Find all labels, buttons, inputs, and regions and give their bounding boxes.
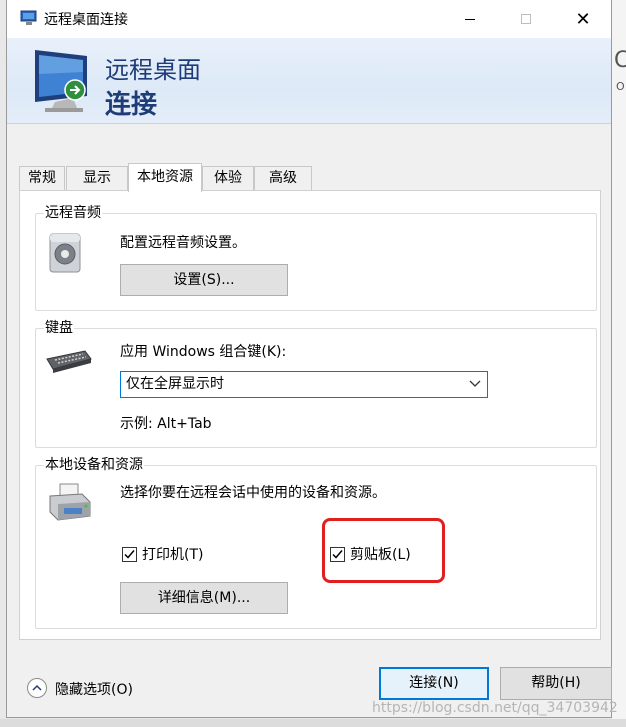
local-resources-panel: 远程音频 配置远程音频设置。 设置(S)... 键盘 应用 Windows 组合… [19,190,601,640]
devices-description: 选择你要在远程会话中使用的设备和资源。 [120,485,386,501]
header-banner: 远程桌面 连接 [7,38,611,124]
audio-description: 配置远程音频设置。 [120,235,246,251]
connect-button[interactable]: 连接(N) [379,667,489,700]
background-bottom [0,719,626,727]
help-button[interactable]: 帮助(H) [500,667,612,700]
printer-checkbox[interactable] [122,547,137,562]
keyboard-label: 键盘 [44,319,74,337]
close-button[interactable]: ✕ [560,0,606,38]
background-glyph-small: O [616,80,625,93]
watermark-text: https://blog.csdn.net/qq_34703942 [372,700,618,716]
maximize-icon [521,14,531,24]
keyboard-icon [46,350,92,373]
checkmark-icon [124,550,135,559]
close-icon: ✕ [575,8,591,30]
tab-general[interactable]: 常规 [19,166,65,191]
background-strip [612,0,626,727]
local-devices-label: 本地设备和资源 [44,456,144,474]
title-bar[interactable]: 远程桌面连接 ✕ [7,0,611,38]
remote-audio-group: 远程音频 配置远程音频设置。 设置(S)... [35,204,597,311]
window-title: 远程桌面连接 [44,12,128,28]
background-glyph: C [614,48,626,73]
printer-label[interactable]: 打印机(T) [142,546,203,564]
windows-key-prompt: 应用 Windows 组合键(K): [120,344,287,360]
tab-local-resources[interactable]: 本地资源 [128,163,202,192]
minimize-icon [465,18,475,20]
monitor-connect-icon [35,50,87,112]
tab-advanced[interactable]: 高级 [254,166,312,191]
hide-options-label[interactable]: 隐藏选项(O) [55,679,133,699]
remote-audio-label: 远程音频 [44,204,102,222]
chevron-up-icon [32,684,42,691]
keyboard-example: 示例: Alt+Tab [120,416,212,432]
highlight-annotation-box [322,518,445,583]
hide-options-toggle[interactable] [27,678,47,698]
banner-title-line1: 远程桌面 [105,56,201,84]
dropdown-selected-value: 仅在全屏显示时 [126,376,224,392]
audio-settings-button[interactable]: 设置(S)... [120,264,288,296]
chevron-down-icon [469,380,481,387]
tab-display[interactable]: 显示 [66,166,128,191]
printer-icon [49,483,91,521]
windows-key-combo-dropdown[interactable]: 仅在全屏显示时 [120,371,488,398]
local-devices-group: 本地设备和资源 选择你要在远程会话中使用的设备和资源。 打印机(T) 剪贴板(L… [35,456,597,629]
maximize-button[interactable] [503,0,549,38]
banner-title-line2: 连接 [105,90,158,120]
remote-desktop-window: 远程桌面连接 ✕ 远程桌面 连接 常规 显示 本地资源 体验 高级 远程音频 配… [6,0,612,718]
details-button[interactable]: 详细信息(M)... [120,582,288,614]
tab-experience[interactable]: 体验 [202,166,254,191]
remote-desktop-app-icon [20,10,37,25]
speaker-icon [49,233,81,273]
keyboard-group: 键盘 应用 Windows 组合键(K): 仅在全屏显示时 示例: Alt+Ta… [35,319,597,448]
minimize-button[interactable] [447,0,493,38]
